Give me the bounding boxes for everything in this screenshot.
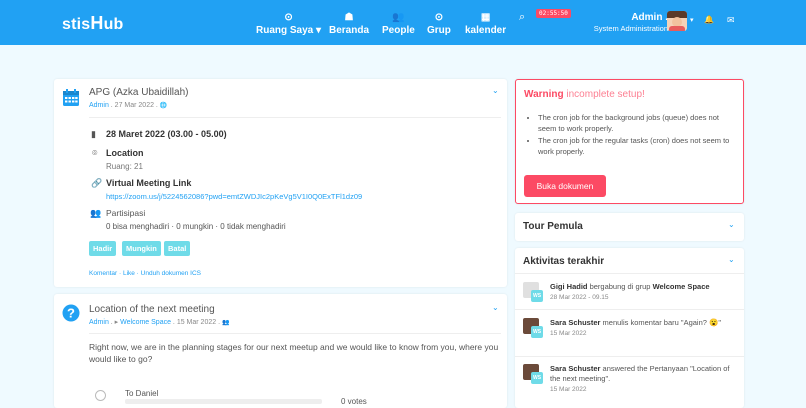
avatar[interactable] xyxy=(667,11,687,31)
nav-kalender[interactable]: ▦ kalender xyxy=(465,12,506,36)
question-icon: ? xyxy=(62,304,80,322)
logo[interactable]: stisHub xyxy=(62,13,124,34)
chevron-down-icon[interactable]: ⌄ xyxy=(492,86,499,95)
globe-icon: 🌐 xyxy=(159,103,168,109)
link-icon: 🔗 xyxy=(91,178,103,188)
post-title[interactable]: Location of the next meeting xyxy=(89,304,215,315)
poll-question: Right now, we are in the planning stages… xyxy=(89,342,499,364)
chevron-down-icon[interactable]: ⌄ xyxy=(728,255,735,264)
people-icon: 👥 xyxy=(392,12,405,23)
tour-title[interactable]: Tour Pemula xyxy=(523,221,583,232)
document-icon: ▮ xyxy=(91,129,96,139)
post-meta: Admin . ▸ Welcome Space . 15 Mar 2022 . … xyxy=(89,319,230,326)
meeting-link-label: Virtual Meeting Link xyxy=(106,178,192,188)
poll-option-label: To Daniel xyxy=(125,389,159,398)
avatar: WS xyxy=(523,364,545,386)
list-item: The cron job for the regular tasks (cron… xyxy=(538,136,738,157)
search-icon[interactable]: ⌕ xyxy=(519,11,525,24)
svg-text:?: ? xyxy=(67,306,75,321)
open-docs-button[interactable]: Buka dokumen xyxy=(524,175,606,197)
poll-vote-count: 0 votes xyxy=(341,397,367,406)
warning-title: Warning incomplete setup! xyxy=(524,89,645,100)
location-label: Location xyxy=(106,148,144,158)
chevron-down-icon[interactable]: ⌄ xyxy=(492,303,499,312)
activity-title: Aktivitas terakhir xyxy=(523,256,605,267)
nav-people[interactable]: 👥 People xyxy=(382,12,415,36)
post-meta: Admin . 27 Mar 2022 . 🌐 xyxy=(89,102,168,109)
user-name: Admin . xyxy=(631,12,668,23)
top-navbar: stisHub ⊙ Ruang Saya ▾ ☗ Beranda 👥 Peopl… xyxy=(0,0,806,45)
warning-list: The cron job for the background jobs (qu… xyxy=(538,113,738,159)
time-badge: 02:55:50 xyxy=(536,9,571,18)
list-item: The cron job for the background jobs (qu… xyxy=(538,113,738,134)
calendar-icon: ▦ xyxy=(480,12,491,23)
bell-icon[interactable]: 🔔 xyxy=(704,15,714,24)
avatar: WS xyxy=(523,318,545,340)
poll-option-radio[interactable] xyxy=(95,390,106,401)
chevron-down-icon[interactable]: ▾ xyxy=(690,16,694,24)
avatar: WS xyxy=(523,282,545,304)
calendar-icon xyxy=(63,89,79,106)
home-icon: ☗ xyxy=(344,12,354,23)
nav-beranda[interactable]: ☗ Beranda xyxy=(329,12,369,36)
people-icon: 👥 xyxy=(221,320,230,326)
mungkin-button[interactable]: Mungkin xyxy=(122,241,161,256)
nav-grup[interactable]: ⊙ Grup xyxy=(427,12,451,36)
meeting-link[interactable]: https://zoom.us/j/5224562086?pwd=emtZWDJ… xyxy=(106,192,362,201)
poll-vote-bar xyxy=(125,399,322,404)
chevron-down-icon[interactable]: ⌄ xyxy=(728,220,735,229)
hadir-button[interactable]: Hadir xyxy=(89,241,117,256)
nav-ruang-saya[interactable]: ⊙ Ruang Saya ▾ xyxy=(256,12,321,36)
batal-button[interactable]: Batal xyxy=(164,241,191,256)
post-footer-links[interactable]: Komentar · Like · Unduh dokumen ICS xyxy=(89,270,201,277)
location-value: Ruang: 21 xyxy=(106,162,143,171)
mail-icon[interactable]: ✉ xyxy=(727,15,735,26)
user-role: System Administration xyxy=(593,24,668,33)
post-title[interactable]: APG (Azka Ubaidillah) xyxy=(89,87,188,98)
user-menu[interactable]: Admin . System Administration xyxy=(594,12,668,33)
partisipasi-label: Partisipasi xyxy=(106,208,146,218)
target-icon: ⊙ xyxy=(284,12,293,23)
group-icon: ⊙ xyxy=(434,12,444,23)
people-icon: 👥 xyxy=(90,208,102,218)
event-date: 28 Maret 2022 (03.00 - 05.00) xyxy=(106,129,227,139)
partisipasi-value: 0 bisa menghadiri · 0 mungkin · 0 tidak … xyxy=(106,222,286,231)
location-pin-icon: ⌾ xyxy=(92,148,98,158)
